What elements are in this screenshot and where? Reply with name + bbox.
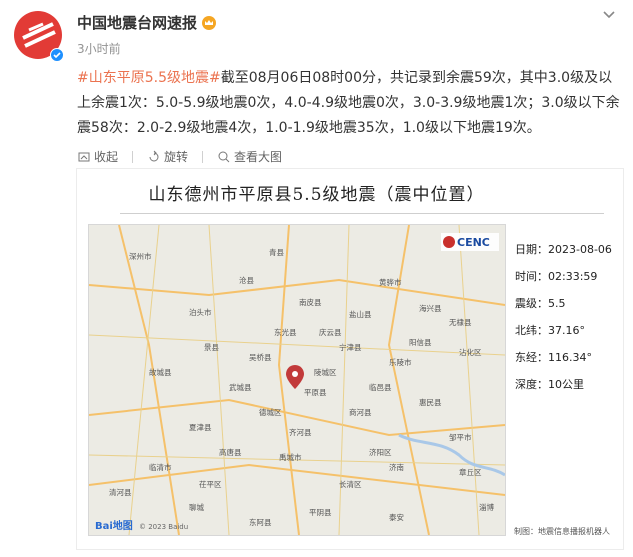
place-label: 长清区 <box>339 479 362 489</box>
place-label: 陵城区 <box>314 368 337 377</box>
magnitude-label: 震级： <box>515 297 548 310</box>
place-label: 禹城市 <box>279 452 302 462</box>
date-value: 2023-08-06 <box>548 243 612 256</box>
place-label: 无棣县 <box>449 317 472 327</box>
magnify-icon <box>218 151 230 162</box>
place-label: 济南 <box>389 462 404 472</box>
latitude-label: 北纬： <box>515 324 548 337</box>
rotate-icon <box>149 150 159 161</box>
place-label: 临邑县 <box>369 382 392 392</box>
map-canvas: CENC 深州市 青县沧县 黄骅市南皮县盐山县 海兴县无棣县 泊头市东光县 庆云县宁津县 阳… <box>89 225 505 535</box>
place-label: 庆云县 <box>319 327 342 337</box>
place-label: 海兴县 <box>419 303 442 313</box>
place-label: 章丘区 <box>459 467 482 477</box>
place-label: 沾化区 <box>459 347 482 357</box>
place-label: 济阳区 <box>369 447 392 457</box>
place-label: 武城县 <box>229 382 252 392</box>
place-label: 深州市 <box>129 251 152 261</box>
map-credit: 制图：地震信息播报机器人 <box>514 527 610 536</box>
epicenter-marker <box>286 365 304 389</box>
baidu-logo: Bai地图 <box>95 519 133 532</box>
place-label: 惠民县 <box>419 397 442 407</box>
place-label: 淄博 <box>479 502 494 512</box>
place-label: 南皮县 <box>299 297 322 307</box>
rotate-label: 旋转 <box>164 150 189 164</box>
place-label: 吴桥县 <box>249 352 272 362</box>
depth-value: 10公里 <box>548 378 584 391</box>
time-label: 时间： <box>515 270 548 283</box>
time-value: 02:33:59 <box>548 270 598 283</box>
place-label: 平原县 <box>304 388 327 397</box>
place-label: 沧县 <box>239 275 254 285</box>
cenc-map-logo-icon <box>443 236 455 248</box>
place-label: 聊城 <box>189 503 204 512</box>
divider <box>132 150 134 163</box>
place-label: 茌平区 <box>199 479 222 489</box>
quake-info: 日期：2023-08-06 时间：02:33:59 震级：5.5 北纬：37.1… <box>515 236 612 398</box>
place-label: 夏津县 <box>189 423 212 432</box>
latitude-value: 37.16° <box>548 324 585 337</box>
place-label: 临清市 <box>149 462 172 472</box>
collapse-icon <box>78 152 90 161</box>
place-label: 齐河县 <box>289 427 312 437</box>
title-divider <box>120 213 604 214</box>
collapse-button[interactable]: 收起 <box>77 148 118 165</box>
place-label: 平阴县 <box>309 508 332 517</box>
place-label: 乐陵市 <box>389 357 412 367</box>
view-large-label: 查看大图 <box>234 150 283 164</box>
place-label: 邹平市 <box>449 432 472 442</box>
date-label: 日期： <box>515 243 548 256</box>
post-text: #山东平原5.5级地震#截至08月06日08时00分，共记录到余震59次，其中3… <box>77 66 625 141</box>
place-label: 商河县 <box>349 407 372 417</box>
place-label: 盐山县 <box>349 309 372 319</box>
crown-icon <box>202 15 217 30</box>
place-label: 阳信县 <box>409 337 432 347</box>
author-name[interactable]: 中国地震台网速报 <box>77 12 197 33</box>
post-time: 3小时前 <box>77 42 121 56</box>
place-label: 青县 <box>269 247 284 257</box>
map-copyright: © 2023 Baidu <box>139 523 188 531</box>
place-label: 泰安 <box>389 512 404 522</box>
place-label: 故城县 <box>149 367 172 377</box>
longitude-label: 东经： <box>515 351 548 364</box>
place-label: 黄骅市 <box>379 277 402 287</box>
view-large-button[interactable]: 查看大图 <box>217 148 282 165</box>
depth-label: 深度： <box>515 378 548 391</box>
place-label: 宁津县 <box>339 342 362 352</box>
place-label: 泊头市 <box>189 307 212 317</box>
card-title: 山东德州市平原县5.5级地震（震中位置） <box>148 185 485 205</box>
magnitude-value: 5.5 <box>548 297 566 310</box>
topic-link[interactable]: #山东平原5.5级地震# <box>77 70 221 86</box>
place-label: 东阿县 <box>249 517 272 527</box>
place-label: 高唐县 <box>219 447 242 457</box>
place-label: 德城区 <box>259 407 282 417</box>
divider <box>202 150 204 163</box>
place-labels: 深州市 青县沧县 黄骅市南皮县盐山县 海兴县无棣县 泊头市东光县 庆云县宁津县 阳信县乐陵市… <box>109 247 494 527</box>
image-actions: 收起 旋转 查看大图 <box>77 148 282 165</box>
map-logo-text: CENC <box>457 236 490 249</box>
epicenter-map: CENC 深州市 青县沧县 黄骅市南皮县盐山县 海兴县 无棣县 泊头市东光县 庆云县宁津县 阳… <box>88 224 506 536</box>
place-label: 清河县 <box>109 487 132 497</box>
place-label: 东光县 <box>274 327 297 337</box>
chevron-down-icon[interactable] <box>598 8 620 22</box>
rotate-button[interactable]: 旋转 <box>147 148 188 165</box>
place-label: 景县 <box>204 343 219 352</box>
verified-icon <box>50 47 64 62</box>
collapse-label: 收起 <box>94 150 119 164</box>
longitude-value: 116.34° <box>548 351 592 364</box>
